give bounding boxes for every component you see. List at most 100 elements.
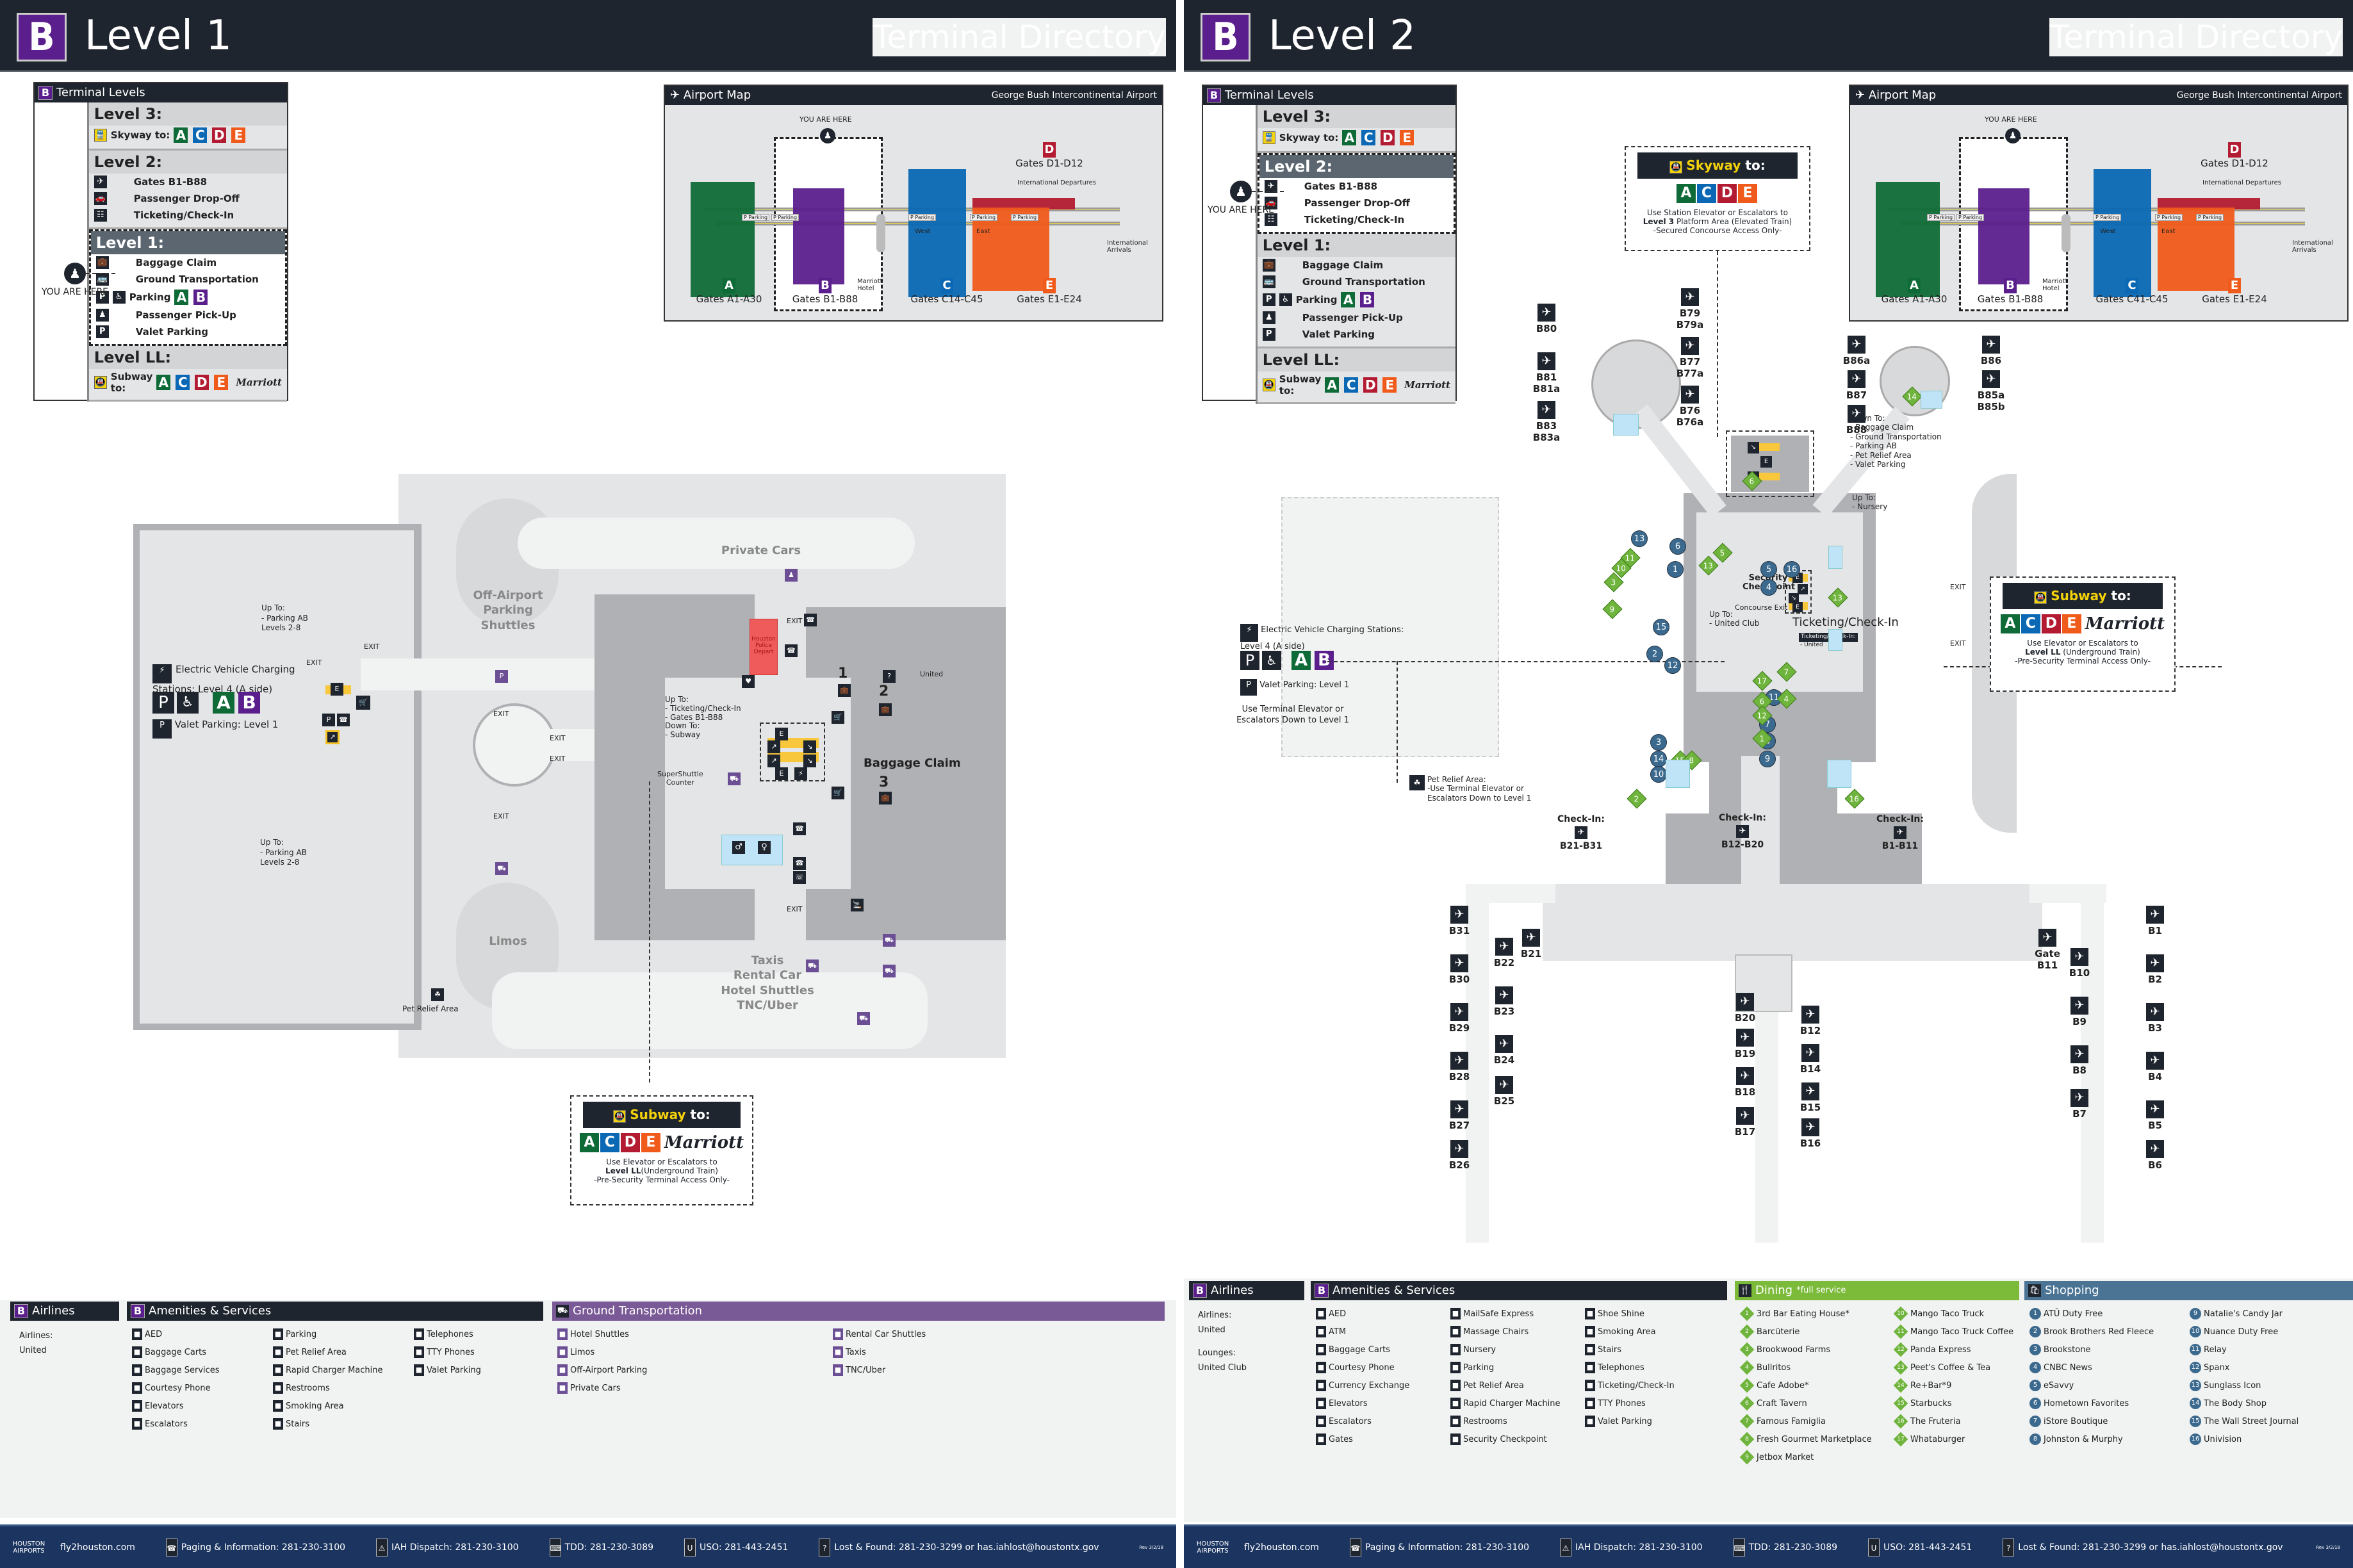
website-text[interactable]: fly2houston.com	[60, 1542, 135, 1553]
directory-item: ■ Rental Car Shuttles	[833, 1328, 1102, 1340]
ev-charging-label: ⚡ Electric Vehicle Charging Stations: Le…	[1240, 624, 1404, 651]
website-text[interactable]: fly2houston.com	[1244, 1542, 1319, 1553]
website-link[interactable]: fly2houston.com	[60, 1542, 135, 1553]
terminal-gates: Gates C14-C45	[910, 293, 983, 305]
you-are-here-connector	[1252, 191, 1284, 192]
shopping-item: 12 Spanx	[2190, 1362, 2343, 1373]
dining-marker-icon: 3	[1739, 1342, 1755, 1357]
shopping-marker-icon: 6	[2029, 1398, 2041, 1409]
marriott-logo: Marriott	[2085, 614, 2165, 633]
gate-plane-icon: ✈	[1450, 1052, 1468, 1070]
gate-plane-icon: ✈	[1450, 1100, 1468, 1118]
directory-item-label: Valet Parking	[427, 1365, 481, 1375]
callout-title: 🚇 Subway to:	[2003, 583, 2163, 609]
gate-plane-icon: ✈	[1736, 1029, 1754, 1047]
gate-b26: ✈ B26	[1440, 1140, 1479, 1171]
amenity-icon: ■	[132, 1346, 142, 1358]
gate-b24: ✈ B24	[1485, 1035, 1523, 1066]
shopping-name: iStore Boutique	[2044, 1416, 2108, 1426]
escalator-icon: ↘	[803, 755, 816, 767]
paging-info: ☎ Paging & Information: 281-230-3100	[165, 1538, 345, 1556]
gate-label: B28	[1448, 1071, 1470, 1082]
directory-item-label: Elevators	[145, 1401, 184, 1411]
amenity-icon: ■	[273, 1382, 283, 1394]
gate-label: B5	[2148, 1120, 2162, 1131]
up-to-united-club-label: Up To: - United Club	[1709, 610, 1760, 628]
gate-b5: ✈ B5	[2136, 1100, 2174, 1131]
terminal-c-badge: C	[600, 1133, 619, 1152]
shopping-item: 16 Univision	[2190, 1433, 2343, 1445]
tty-phone-icon: ☏	[793, 871, 806, 884]
gate-b88: ✈ B88	[1837, 405, 1876, 436]
directory-item: ■ Smoking Area	[273, 1400, 407, 1412]
levels-list: Level 3: 🚆 Skyway to: A C D E Level 2: ✈ Gates B1…	[88, 102, 287, 402]
level-row: 🚌 Ground Transportation	[91, 271, 285, 288]
terminal-letter: E	[2228, 278, 2241, 293]
amenity-icon: ■	[833, 1346, 843, 1358]
dining-name: 3rd Bar Eating House*	[1757, 1309, 1849, 1319]
shopping-marker-icon: 3	[2029, 1344, 2041, 1355]
directory-item-label: Telephones	[427, 1329, 473, 1339]
warning-icon: ⚠	[1560, 1538, 1572, 1556]
directory-item-label: Parking	[1463, 1362, 1495, 1373]
gate-plane-icon: ✈	[2146, 1003, 2164, 1021]
dining-marker-icon: 15	[1893, 1396, 1908, 1411]
uso-info: U USO: 281-443-2451	[1868, 1538, 1972, 1556]
directory-item: ■ Stairs	[273, 1418, 407, 1430]
shopping-marker-icon: 8	[2029, 1433, 2041, 1445]
directory-item-label: Rapid Charger Machine	[1463, 1398, 1561, 1409]
restrooms	[1828, 546, 1842, 569]
directory-item: ■ AED	[1316, 1308, 1444, 1319]
directory-item: ■ Smoking Area	[1585, 1326, 1713, 1337]
terminal-b-shape	[1978, 188, 2029, 284]
marriott-hotel-shape	[876, 214, 885, 252]
directory-item-label: Hotel Shuttles	[570, 1329, 629, 1339]
exit-label: EXIT	[550, 755, 566, 763]
directory-item-label: Baggage Carts	[145, 1347, 206, 1357]
shop-marker-1: 1	[1667, 561, 1684, 578]
dining-number: 17	[1897, 1436, 1905, 1442]
level-row-text: Ground Transportation	[1302, 276, 1425, 288]
shopping-item: 5 eSavvy	[2029, 1380, 2183, 1391]
callout-title-highlight: Subway	[2051, 588, 2107, 603]
airlines-section: B Airlines Airlines: United Lounges: United…	[1189, 1281, 1304, 1384]
gate-label: B88	[1846, 424, 1867, 436]
directory-item: ■ Parking	[1450, 1362, 1578, 1373]
amenity-icon: ■	[1585, 1416, 1595, 1427]
callout-destinations: A C D E Marriott	[577, 1133, 747, 1152]
gate-plane-icon: ✈	[1801, 1082, 1819, 1100]
level-row: 🚇 Subway to: A C D E Marriott	[89, 369, 287, 396]
dining-marker-icon: 17	[1893, 1432, 1908, 1447]
gate-plane-icon: ✈	[2070, 1045, 2088, 1063]
callout-line-1: Use Station Elevator or Escalators to	[1647, 208, 1788, 217]
dining-item: 17 Whataburger	[1893, 1432, 2022, 1447]
amenity-icon: ■	[557, 1346, 568, 1358]
directory-item-label: Nursery	[1463, 1344, 1496, 1355]
terminal-a-label: A Gates A1-A30	[1869, 278, 1959, 305]
dining-marker-2: 2	[1627, 788, 1647, 809]
level-row-text: Ticketing/Check-In	[133, 209, 234, 221]
gate-plane-icon: ✈	[2070, 1089, 2088, 1107]
ticketing-icon: ☷	[1264, 213, 1277, 226]
uso-text: USO: 281-443-2451	[700, 1542, 789, 1553]
escalator-icon: ↗	[1798, 584, 1808, 594]
website-link[interactable]: fly2houston.com	[1244, 1542, 1319, 1553]
shopping-marker-icon: 13	[2190, 1380, 2201, 1391]
exit-label: EXIT	[550, 734, 566, 742]
gate-b1: ✈ B1	[2136, 906, 2174, 936]
shop-marker-5: 5	[1760, 561, 1777, 578]
lost-found-info: ? Lost & Found: 281-230-3299 or has.iahlo…	[819, 1538, 1099, 1556]
callout-line-2: Level 3 Platform Area (Elevated Train)	[1631, 217, 1804, 226]
parking-area-label: P Parking	[771, 214, 799, 221]
gate-label: B16	[1800, 1138, 1821, 1149]
directory-item: ■ Baggage Services	[132, 1364, 266, 1376]
telephone-icon: ☎	[785, 644, 798, 657]
airline-united: United	[1198, 1325, 1226, 1335]
parking-area-label: P Parking	[1956, 214, 1985, 221]
dining-item: 9 Jetbox Market	[1739, 1450, 1887, 1465]
level-2-floor-map: Passenger Drop-Off Lanes ↘ E ↗ ⚡ Electri…	[1184, 288, 2353, 1281]
ticketing-icon: ☷	[94, 209, 107, 222]
ticketing-airline: - United	[1800, 642, 1823, 648]
tdd-info: ⌨ TDD: 281-230-3089	[1733, 1538, 1837, 1556]
police-department: Houston Police Depart	[750, 619, 778, 675]
